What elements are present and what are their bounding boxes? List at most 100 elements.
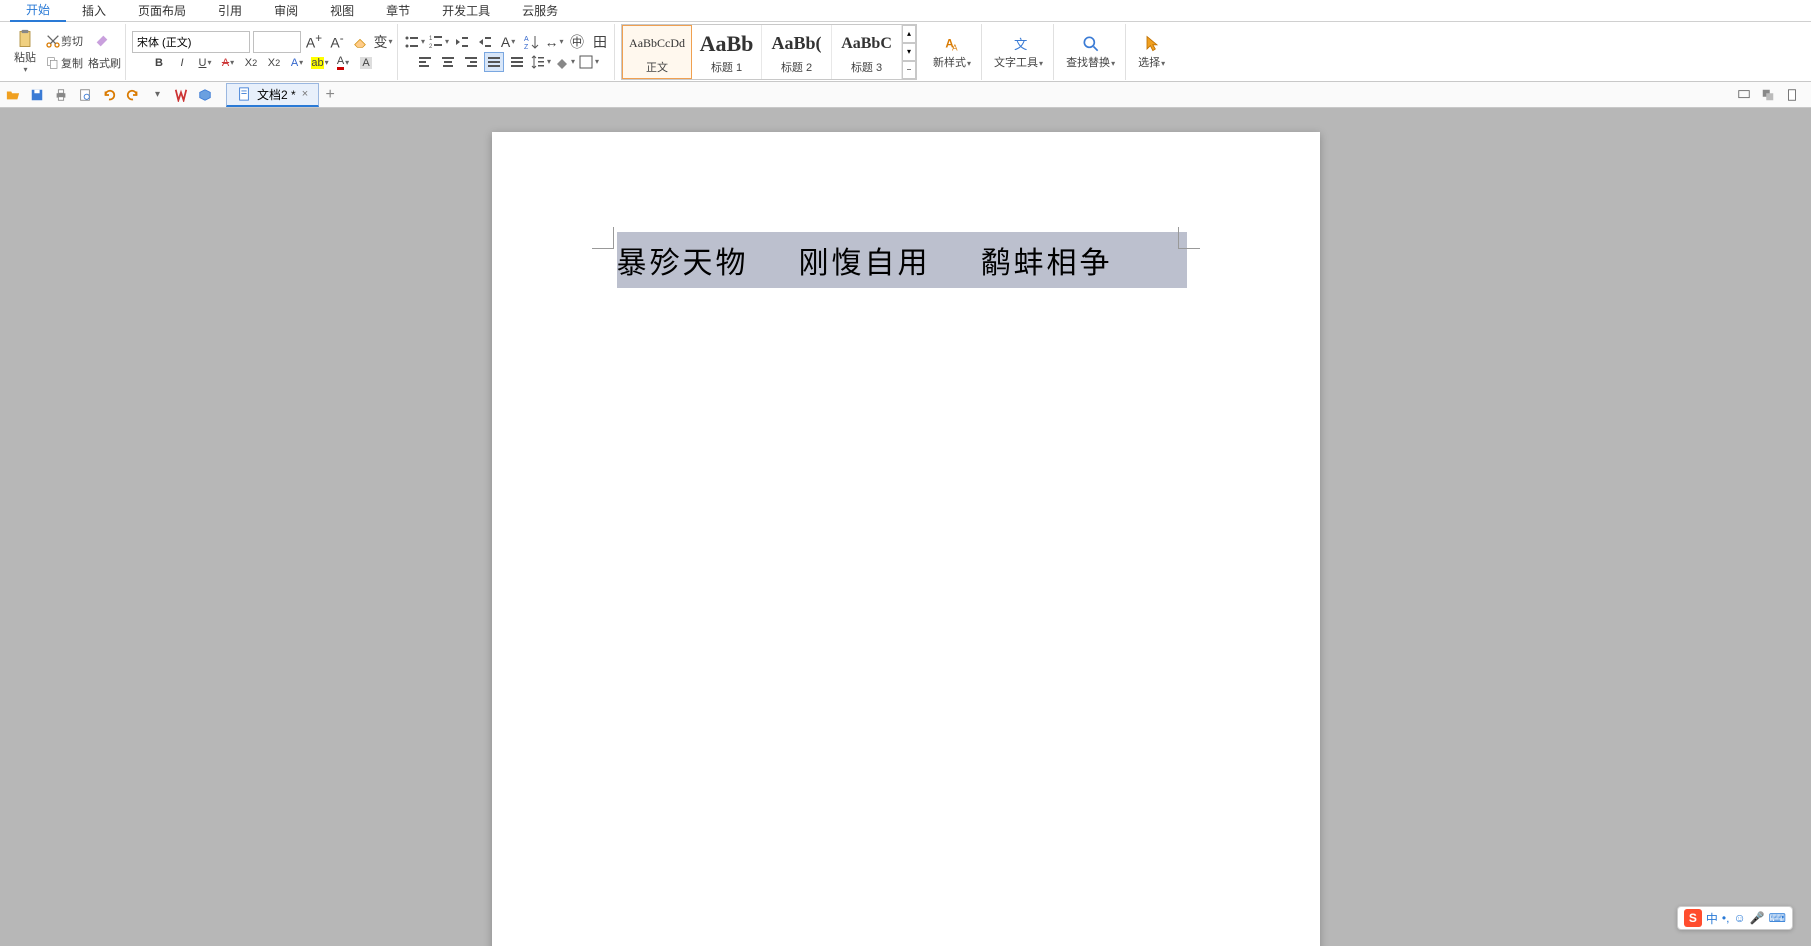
format-painter-button[interactable]: 格式刷 <box>88 53 121 73</box>
new-tab-button[interactable]: + <box>319 84 341 106</box>
increase-font-button[interactable]: A+ <box>304 32 324 52</box>
print-preview-button[interactable] <box>76 86 94 104</box>
text-tools-group: 文 文字工具▾ <box>984 24 1054 80</box>
clear-format-button[interactable] <box>350 32 370 52</box>
char-shading-button[interactable]: A <box>356 53 376 73</box>
menu-reference[interactable]: 引用 <box>202 0 258 21</box>
highlight-button[interactable]: ab▾ <box>310 53 330 73</box>
bold-button[interactable]: B <box>149 53 169 73</box>
overlap-button[interactable] <box>1759 86 1777 104</box>
char-spacing-button[interactable]: ↔▾ <box>544 32 564 52</box>
save-button[interactable] <box>28 86 46 104</box>
menu-cloud[interactable]: 云服务 <box>506 0 574 21</box>
menu-review[interactable]: 审阅 <box>258 0 314 21</box>
bullets-button[interactable]: ▾ <box>404 32 425 52</box>
document-tab[interactable]: 文档2 * × <box>226 83 319 107</box>
style-normal[interactable]: AaBbCcDd 正文 <box>622 25 692 79</box>
ime-toolbar[interactable]: S 中 •, ☺ 🎤 ⌨ <box>1677 906 1793 930</box>
align-distribute-button[interactable] <box>507 52 527 72</box>
indent-icon <box>477 34 493 50</box>
font-size-select[interactable] <box>253 31 301 53</box>
cut-label: 剪切 <box>61 33 83 49</box>
menu-start[interactable]: 开始 <box>10 0 66 22</box>
ribbon: 粘贴▾ 剪切 复制 格式刷 A+ A- 变▾ B <box>0 22 1811 82</box>
style-scroll-up[interactable]: ▴ <box>902 25 916 43</box>
show-marks-button[interactable]: 田 <box>590 32 610 52</box>
align-right-icon <box>463 54 479 70</box>
line-spacing-button[interactable]: ▾ <box>530 52 551 72</box>
margin-corner-tl <box>592 227 614 249</box>
doc-view-button[interactable] <box>1783 86 1801 104</box>
cube-button[interactable] <box>196 86 214 104</box>
redo-icon <box>126 88 140 102</box>
ime-keyboard-button[interactable]: ⌨ <box>1769 911 1786 925</box>
cut-button[interactable]: 剪切 <box>45 31 83 51</box>
style-heading2[interactable]: AaBb( 标题 2 <box>762 25 832 79</box>
format-brush-button[interactable] <box>92 31 112 51</box>
bullets-icon <box>404 34 420 50</box>
text-tools-button[interactable]: 文 文字工具▾ <box>988 27 1049 77</box>
svg-text:2: 2 <box>429 44 433 50</box>
borders-button[interactable]: ▾ <box>578 52 599 72</box>
menu-view[interactable]: 视图 <box>314 0 370 21</box>
font-color-button[interactable]: A▾ <box>333 53 353 73</box>
print-preview-icon <box>78 88 92 102</box>
align-center-button[interactable] <box>438 52 458 72</box>
numbering-button[interactable]: 12▾ <box>428 32 449 52</box>
sort-button[interactable]: AZ <box>521 32 541 52</box>
screen-button[interactable] <box>1735 86 1753 104</box>
align-left-button[interactable] <box>415 52 435 72</box>
style-scroll-more[interactable]: ⎯ <box>902 61 916 79</box>
decrease-font-button[interactable]: A- <box>327 32 347 52</box>
subscript-button[interactable]: X2 <box>264 53 284 73</box>
menu-chapter[interactable]: 章节 <box>370 0 426 21</box>
new-style-button[interactable]: AA 新样式▾ <box>927 27 977 77</box>
menu-page-layout[interactable]: 页面布局 <box>122 0 202 21</box>
print-button[interactable] <box>52 86 70 104</box>
ime-emoji-button[interactable]: ☺ <box>1733 911 1745 925</box>
style-heading1[interactable]: AaBb 标题 1 <box>692 25 762 79</box>
close-tab-button[interactable]: × <box>302 88 308 100</box>
selected-text[interactable]: 暴殄天物 刚愎自用 鹬蚌相争 <box>617 232 1187 288</box>
phonetic-guide-button[interactable]: 变▾ <box>373 32 393 52</box>
workspace[interactable]: 暴殄天物 刚愎自用 鹬蚌相争 <box>0 108 1811 946</box>
phrase-2: 刚愎自用 <box>799 238 931 282</box>
font-effect-button[interactable]: A▾ <box>287 53 307 73</box>
align-right-button[interactable] <box>461 52 481 72</box>
style-label: 标题 3 <box>851 59 882 75</box>
underline-button[interactable]: U▾ <box>195 53 215 73</box>
copy-button[interactable]: 复制 <box>45 53 83 73</box>
find-replace-button[interactable]: 查找替换▾ <box>1060 27 1121 77</box>
shading-button[interactable]: ▾ <box>554 52 575 72</box>
scissors-icon <box>45 33 61 49</box>
sogou-logo-icon[interactable]: S <box>1684 909 1702 927</box>
ime-punct-button[interactable]: •, <box>1722 911 1730 925</box>
style-heading3[interactable]: AaBbC 标题 3 <box>832 25 902 79</box>
menu-insert[interactable]: 插入 <box>66 0 122 21</box>
doc-view-icon <box>1785 88 1799 102</box>
italic-button[interactable]: I <box>172 53 192 73</box>
decrease-indent-button[interactable] <box>452 32 472 52</box>
style-scroll-down[interactable]: ▾ <box>902 43 916 61</box>
increase-indent-button[interactable] <box>475 32 495 52</box>
redo-button[interactable] <box>124 86 142 104</box>
customize-qat-button[interactable]: ▾ <box>148 86 166 104</box>
superscript-button[interactable]: X2 <box>241 53 261 73</box>
select-button[interactable]: 选择▾ <box>1132 27 1171 77</box>
document-page[interactable]: 暴殄天物 刚愎自用 鹬蚌相争 <box>492 132 1320 946</box>
wps-logo-button[interactable] <box>172 86 190 104</box>
undo-button[interactable] <box>100 86 118 104</box>
style-label: 标题 2 <box>781 59 812 75</box>
align-justify-button[interactable] <box>484 52 504 72</box>
svg-text:Z: Z <box>524 44 529 50</box>
change-case-button[interactable]: A▾ <box>498 32 518 52</box>
menu-dev-tools[interactable]: 开发工具 <box>426 0 506 21</box>
open-button[interactable] <box>4 86 22 104</box>
enclose-button[interactable]: ㊥ <box>567 32 587 52</box>
paste-button[interactable]: 粘贴▾ <box>8 27 42 77</box>
ime-mic-button[interactable]: 🎤 <box>1750 911 1765 925</box>
font-family-select[interactable] <box>132 31 250 53</box>
ime-lang-button[interactable]: 中 <box>1706 910 1718 927</box>
strikethrough-button[interactable]: A▾ <box>218 53 238 73</box>
text-tools-icon: 文 <box>1009 34 1029 54</box>
